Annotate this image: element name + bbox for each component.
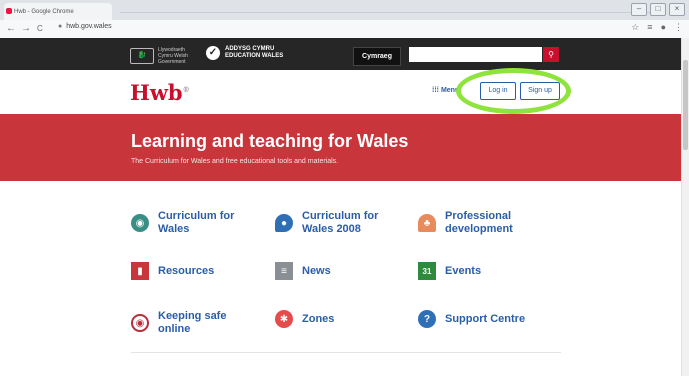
tile-curriculum-2008[interactable]: ● Curriculum for Wales 2008 bbox=[275, 210, 382, 236]
edu-logo-line1: ADDYSG CYMRU bbox=[225, 46, 275, 52]
tab-title: Hwb - Google Chrome bbox=[14, 8, 74, 15]
registered-mark: ® bbox=[182, 85, 190, 94]
page-scrollbar[interactable] bbox=[681, 38, 689, 376]
tile-label: Zones bbox=[302, 312, 335, 325]
tile-label: News bbox=[302, 264, 331, 277]
hero-subtitle: The Curriculum for Wales and free educat… bbox=[131, 158, 339, 165]
tile-label: Curriculum for Wales bbox=[158, 210, 235, 235]
reload-icon[interactable]: C bbox=[37, 24, 43, 33]
minimize-button[interactable]: – bbox=[631, 3, 647, 16]
tile-label: Support Centre bbox=[445, 312, 526, 325]
browser-actions: ☆ ≡ ● ⋮ bbox=[631, 22, 683, 33]
lock-icon: ● bbox=[58, 23, 63, 30]
books-icon: ▮ bbox=[131, 262, 149, 280]
tile-label: Events bbox=[445, 264, 482, 277]
window-controls: – □ × bbox=[631, 3, 685, 16]
location-pin-icon: ● bbox=[275, 214, 293, 232]
url-field[interactable]: ● hwb.gov.wales bbox=[58, 23, 112, 30]
hwb-logo[interactable]: Hwb® bbox=[130, 80, 190, 105]
chrome-menu-icon[interactable]: ⋮ bbox=[674, 22, 683, 33]
tile-support-centre[interactable]: ? Support Centre bbox=[418, 310, 525, 328]
search-button[interactable]: ⚲ bbox=[543, 47, 559, 62]
search-icon: ⚲ bbox=[548, 50, 554, 59]
maximize-button[interactable]: □ bbox=[650, 3, 666, 16]
tree-icon: ♣ bbox=[418, 214, 436, 232]
tile-label: Professional development bbox=[445, 210, 513, 235]
extensions-icon[interactable]: ≡ bbox=[647, 22, 652, 33]
tile-zones[interactable]: ✱ Zones bbox=[275, 310, 334, 328]
pinwheel-icon: ✱ bbox=[275, 310, 293, 328]
scrollbar-thumb[interactable] bbox=[683, 60, 688, 150]
shield-eye-icon: ◉ bbox=[131, 314, 149, 332]
address-bar: ← → C ● hwb.gov.wales ☆ ≡ ● ⋮ bbox=[0, 20, 689, 39]
government-bar: 🐉 Llywodraeth Cymru Welsh Government ✓ A… bbox=[0, 38, 682, 70]
tile-keeping-safe-online[interactable]: ◉ Keeping safe online bbox=[131, 310, 238, 336]
tile-label: Resources bbox=[158, 264, 215, 277]
tile-news[interactable]: ≡ News bbox=[275, 262, 331, 280]
calendar-icon: 31 bbox=[418, 262, 436, 280]
welsh-government-logo[interactable]: 🐉 Llywodraeth Cymru Welsh Government bbox=[130, 47, 198, 65]
url-text: hwb.gov.wales bbox=[66, 23, 112, 30]
hero-banner: Learning and teaching for Wales The Curr… bbox=[0, 114, 682, 181]
browser-tab[interactable]: Hwb - Google Chrome bbox=[4, 3, 112, 20]
newspaper-icon: ≡ bbox=[275, 262, 293, 280]
highlight-annotation bbox=[456, 68, 571, 114]
tile-resources[interactable]: ▮ Resources bbox=[131, 262, 214, 280]
tile-professional-development[interactable]: ♣ Professional development bbox=[418, 210, 525, 236]
content-divider bbox=[131, 352, 561, 353]
tile-events[interactable]: 31 Events bbox=[418, 262, 481, 280]
question-icon: ? bbox=[418, 310, 436, 328]
hwb-logo-text: Hwb bbox=[130, 80, 183, 105]
edu-logo-line2: EDUCATION WALES bbox=[225, 53, 284, 59]
hero-title: Learning and teaching for Wales bbox=[131, 131, 409, 151]
tile-curriculum-for-wales[interactable]: ◉ Curriculum for Wales bbox=[131, 210, 238, 236]
profile-icon[interactable]: ● bbox=[661, 22, 666, 33]
gov-logo-text: Llywodraeth Cymru Welsh Government bbox=[158, 47, 188, 65]
dragon-icon: 🐉 bbox=[130, 48, 154, 64]
favicon-icon bbox=[6, 8, 12, 14]
close-button[interactable]: × bbox=[669, 3, 685, 16]
tile-label: Curriculum for Wales 2008 bbox=[302, 210, 379, 235]
back-arrow-icon[interactable]: ← bbox=[6, 23, 16, 34]
education-wales-logo[interactable]: ✓ ADDYSG CYMRU EDUCATION WALES bbox=[206, 46, 283, 60]
tile-label: Keeping safe online bbox=[158, 310, 227, 335]
cymraeg-button[interactable]: Cymraeg bbox=[353, 47, 401, 66]
curriculum-icon: ◉ bbox=[131, 214, 149, 232]
browser-tab-bar: Hwb - Google Chrome – □ × bbox=[0, 0, 689, 20]
search-input[interactable] bbox=[409, 47, 542, 62]
grid-icon: ⁞⁞⁞ bbox=[432, 87, 441, 94]
checkmark-icon: ✓ bbox=[206, 46, 220, 60]
tab-strip-divider bbox=[120, 12, 650, 13]
site-header: Hwb® ⁞⁞⁞ Menu Log in Sign up bbox=[0, 70, 682, 114]
forward-arrow-icon[interactable]: → bbox=[21, 23, 31, 34]
bookmark-star-icon[interactable]: ☆ bbox=[631, 22, 639, 33]
